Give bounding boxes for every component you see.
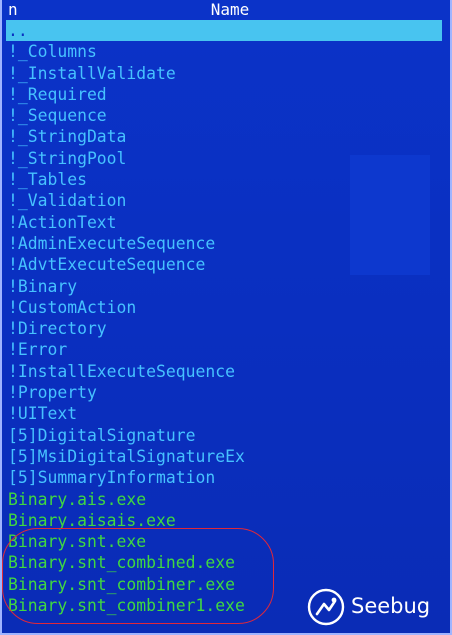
file-row[interactable]: !ActionText bbox=[6, 212, 450, 233]
file-row[interactable]: !Directory bbox=[6, 318, 450, 339]
file-row[interactable]: !Binary bbox=[6, 276, 450, 297]
file-row[interactable]: Binary.aisais.exe bbox=[6, 510, 450, 531]
file-row[interactable]: Binary.snt_combined.exe bbox=[6, 552, 450, 573]
file-row[interactable]: !AdminExecuteSequence bbox=[6, 233, 450, 254]
file-row[interactable]: !CustomAction bbox=[6, 297, 450, 318]
file-row[interactable]: !_Tables bbox=[6, 169, 450, 190]
panel-header: n Name bbox=[2, 0, 450, 20]
file-row[interactable]: Binary.snt.exe bbox=[6, 531, 450, 552]
parent-dir-row[interactable]: .. bbox=[6, 20, 442, 42]
file-row[interactable]: !_Columns bbox=[6, 41, 450, 62]
file-row[interactable]: Binary.snt_combiner.exe bbox=[6, 574, 450, 595]
file-row[interactable]: !Error bbox=[6, 339, 450, 360]
file-row[interactable]: [5]DigitalSignature bbox=[6, 425, 450, 446]
file-row[interactable]: !Property bbox=[6, 382, 450, 403]
file-row[interactable]: Binary.snt_combiner1.exe bbox=[6, 595, 450, 616]
file-row[interactable]: !InstallExecuteSequence bbox=[6, 361, 450, 382]
file-row[interactable]: !_StringPool bbox=[6, 148, 450, 169]
file-row[interactable]: [5]MsiDigitalSignatureEx bbox=[6, 446, 450, 467]
file-row[interactable]: !_Sequence bbox=[6, 105, 450, 126]
file-row[interactable]: Binary.ais.exe bbox=[6, 489, 450, 510]
file-row[interactable]: !_Required bbox=[6, 84, 450, 105]
file-row[interactable]: !AdvtExecuteSequence bbox=[6, 254, 450, 275]
column-header-name[interactable]: Name bbox=[2, 0, 450, 20]
file-panel: n Name .. !_Columns !_InstallValidate !_Req… bbox=[0, 0, 452, 635]
file-row[interactable]: !UIText bbox=[6, 403, 450, 424]
file-list: .. !_Columns !_InstallValidate !_Required !_… bbox=[2, 20, 450, 616]
file-row[interactable]: !_Validation bbox=[6, 190, 450, 211]
file-row[interactable]: !_StringData bbox=[6, 126, 450, 147]
file-row[interactable]: !_InstallValidate bbox=[6, 63, 450, 84]
file-row[interactable]: [5]SummaryInformation bbox=[6, 467, 450, 488]
